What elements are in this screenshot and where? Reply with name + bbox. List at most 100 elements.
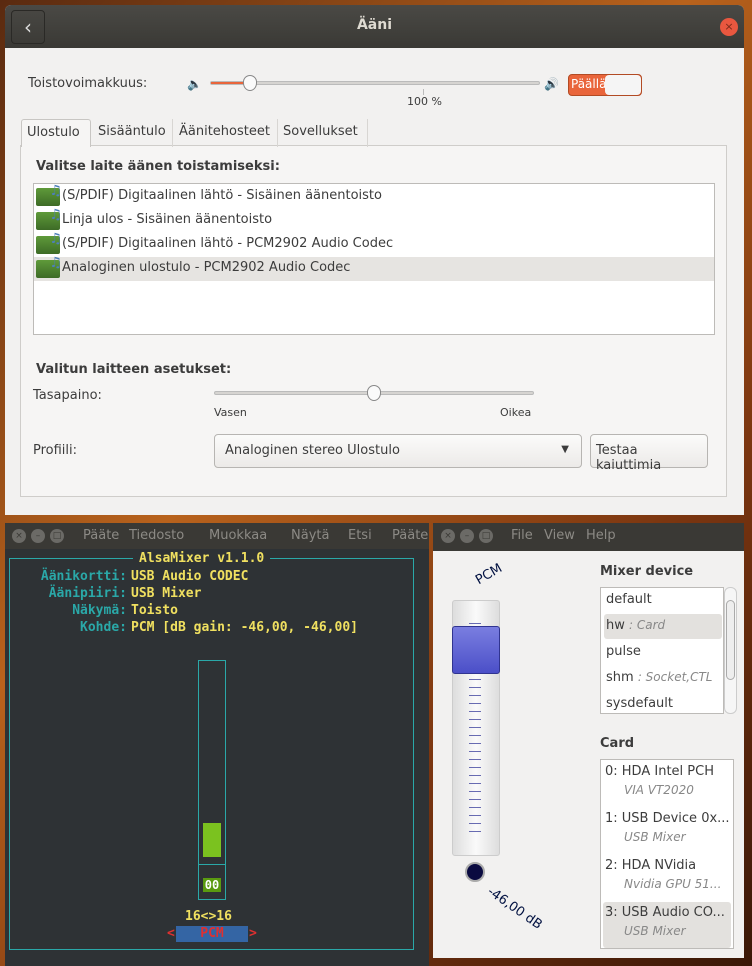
menu-item[interactable]: Muokkaa (209, 528, 267, 543)
list-item[interactable]: pulse (604, 640, 722, 665)
card-name: 0: HDA Intel PCH (605, 764, 714, 779)
test-speakers-button[interactable]: Testaa kaiuttimia (590, 434, 708, 473)
window-title: Ääni (356, 17, 393, 33)
list-item[interactable]: default (604, 588, 722, 613)
sound-card-icon (36, 255, 62, 278)
list-item[interactable]: Analoginen ulostulo - PCM2902 Audio Code… (34, 255, 714, 281)
arrow-left: < (167, 926, 175, 941)
arrow-right: > (249, 926, 257, 941)
list-item[interactable]: (S/PDIF) Digitaalinen lähtö - PCM2902 Au… (34, 231, 714, 257)
profile-value: Analoginen stereo Ulostulo (225, 443, 400, 458)
mixer-gui-window: × – □ File View Help PCM -46,00 dB Mixer d… (433, 523, 744, 958)
titlebar: ‹ Ääni × (5, 5, 744, 48)
device-name: hw (606, 618, 625, 633)
list-item[interactable]: Linja ulos - Sisäinen äänentoisto (34, 207, 714, 233)
minimize-icon[interactable]: – (460, 529, 474, 543)
device-heading: Valitse laite äänen toistamiseksi: (36, 159, 280, 174)
maximize-icon[interactable]: □ (50, 529, 64, 543)
menu-item[interactable]: Tiedosto (129, 528, 184, 543)
list-item[interactable]: (S/PDIF) Digitaalinen lähtö - Sisäinen ä… (34, 183, 714, 209)
card-desc: Nvidia GPU 51... (624, 877, 722, 891)
titlebar: × – □ File View Help (433, 523, 744, 551)
list-item[interactable]: 1: USB Device 0x... USB Mixer (603, 808, 731, 854)
mixer-device-list[interactable]: default hw : Card pulse shm : Socket,CTL sys… (600, 587, 724, 714)
field-value: USB Audio CODEC (131, 569, 249, 584)
tab-input[interactable]: Sisääntulo (93, 119, 173, 147)
card-name: 3: USB Audio CO... (605, 905, 725, 920)
menu-item[interactable]: Pääte (83, 528, 119, 543)
device-name: Analoginen ulostulo - PCM2902 Audio Code… (62, 260, 351, 275)
titlebar: × – □ Pääte Tiedosto Muokkaa Näytä Etsi Pääte… (5, 523, 479, 549)
device-name: (S/PDIF) Digitaalinen lähtö - PCM2902 Au… (62, 236, 394, 251)
sound-card-icon (36, 207, 62, 230)
device-name: shm (606, 670, 634, 685)
list-item[interactable]: hw : Card (604, 614, 722, 639)
channel-name[interactable]: PCM (176, 926, 248, 942)
device-desc: : Socket,CTL (637, 670, 713, 684)
channel-volumes: 16<>16 (185, 909, 232, 924)
settings-heading: Valitun laitteen asetukset: (36, 362, 232, 377)
switch-label: Päällä (571, 77, 607, 91)
balance-left-label: Vasen (214, 406, 247, 419)
close-button[interactable]: × (720, 18, 738, 36)
menu-item[interactable]: File (511, 528, 533, 543)
close-icon[interactable]: × (12, 529, 26, 543)
card-heading: Card (600, 736, 635, 751)
output-device-list[interactable]: (S/PDIF) Digitaalinen lähtö - Sisäinen ä… (33, 183, 715, 335)
volume-bar-fill (203, 823, 221, 857)
card-name: 1: USB Device 0x... (605, 811, 730, 826)
menu-item[interactable]: Help (586, 528, 616, 543)
device-desc: : Card (629, 618, 666, 632)
list-item[interactable]: shm : Socket,CTL (604, 666, 722, 691)
tab-sound-effects[interactable]: Äänitehosteet (174, 119, 278, 147)
scrollbar[interactable] (724, 587, 737, 714)
device-name: default (606, 592, 652, 607)
card-desc: VIA VT2020 (624, 783, 694, 797)
list-item[interactable]: 2: HDA NVidia Nvidia GPU 51... (603, 855, 731, 901)
list-item[interactable]: sysdefault (604, 692, 722, 713)
device-name: Linja ulos - Sisäinen äänentoisto (62, 212, 273, 227)
volume-100-mark: 100 % (407, 95, 442, 108)
menu-item[interactable]: View (544, 528, 575, 543)
minimize-icon[interactable]: – (31, 529, 45, 543)
chevron-down-icon: ▼ (561, 444, 569, 455)
menu-item[interactable]: Näytä (291, 528, 329, 543)
maximize-icon[interactable]: □ (479, 529, 493, 543)
tab-applications[interactable]: Sovellukset (278, 119, 368, 147)
mixer-device-heading: Mixer device (600, 564, 694, 579)
field-label: Äänikortti: (40, 569, 127, 584)
sound-card-icon (36, 183, 62, 206)
volume-slider-thumb[interactable] (242, 75, 257, 91)
card-desc: USB Mixer (624, 924, 686, 938)
list-item[interactable]: 3: USB Audio CO... USB Mixer (603, 902, 731, 948)
volume-label: Toistovoimakkuus: (28, 76, 148, 91)
card-name: 2: HDA NVidia (605, 858, 697, 873)
terminal-window: × – □ Pääte Tiedosto Muokkaa Näytä Etsi Pääte… (5, 523, 479, 966)
channel-label: PCM (473, 560, 506, 589)
list-item[interactable]: 0: HDA Intel PCH VIA VT2020 (603, 761, 731, 807)
field-value: PCM [dB gain: -46,00, -46,00] (131, 620, 358, 635)
pcm-fader-handle[interactable] (452, 626, 500, 675)
tab-output[interactable]: Ulostulo (21, 119, 91, 147)
speaker-high-icon: 🔊 (544, 77, 559, 91)
volume-slider[interactable] (210, 81, 540, 85)
card-list[interactable]: 0: HDA Intel PCH VIA VT2020 1: USB Device … (600, 759, 734, 949)
device-name: (S/PDIF) Digitaalinen lähtö - Sisäinen ä… (62, 188, 382, 203)
profile-label: Profiili: (33, 443, 78, 458)
close-icon[interactable]: × (441, 529, 455, 543)
sound-settings-window: ‹ Ääni × Toistovoimakkuus: 🔈 100 % 🔊 Pää… (5, 5, 744, 515)
speaker-low-icon: 🔈 (187, 77, 202, 91)
menu-item[interactable]: Etsi (348, 528, 372, 543)
balance-slider-thumb[interactable] (367, 385, 381, 401)
mute-switch[interactable]: Päällä (568, 74, 642, 96)
device-name: sysdefault (606, 696, 673, 711)
balance-label: Tasapaino: (33, 388, 102, 403)
menu-item[interactable]: Pääte (392, 528, 428, 543)
alsamixer-title: AlsaMixer v1.1.0 (133, 551, 271, 566)
balance-right-label: Oikea (500, 406, 532, 419)
profile-dropdown[interactable]: Analoginen stereo Ulostulo ▼ (214, 434, 582, 468)
volume-bar-frame[interactable]: 00 (198, 660, 226, 900)
mute-knob[interactable] (465, 862, 485, 882)
db-value: -46,00 dB (484, 884, 545, 933)
device-name: pulse (606, 644, 641, 659)
